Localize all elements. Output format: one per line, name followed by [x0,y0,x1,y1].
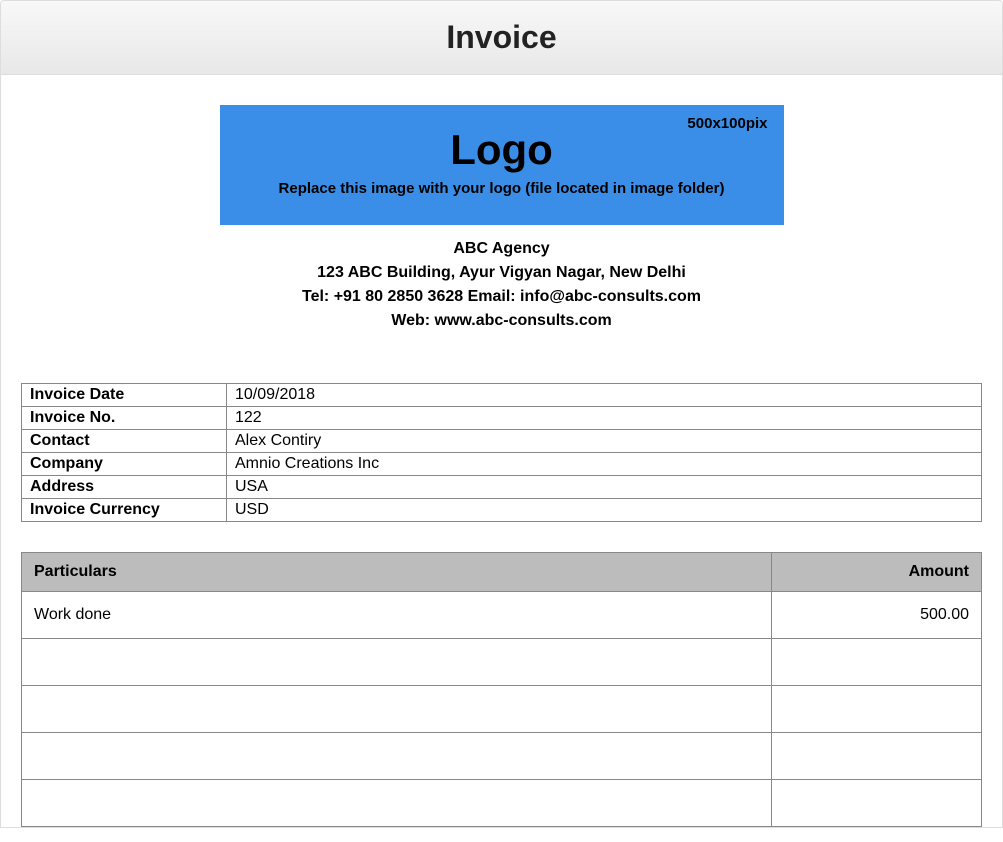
detail-value: Alex Contiry [227,430,982,453]
item-amount [772,733,982,780]
logo-dimension-label: 500x100pix [687,115,767,132]
item-row [22,733,982,780]
detail-row-contact: Contact Alex Contiry [22,430,982,453]
logo-placeholder: 500x100pix Logo Replace this image with … [220,105,784,225]
detail-label: Contact [22,430,227,453]
detail-label: Address [22,476,227,499]
item-particulars [22,686,772,733]
logo-main-text: Logo [450,126,553,174]
detail-label: Invoice Date [22,384,227,407]
detail-value: 10/09/2018 [227,384,982,407]
item-particulars [22,733,772,780]
detail-row-currency: Invoice Currency USD [22,499,982,522]
detail-label: Company [22,453,227,476]
item-row [22,639,982,686]
invoice-items-table: Particulars Amount Work done 500.00 [21,552,982,827]
agency-info: ABC Agency 123 ABC Building, Ayur Vigyan… [21,237,982,333]
item-amount: 500.00 [772,592,982,639]
title-bar: Invoice [1,1,1002,75]
detail-row-address: Address USA [22,476,982,499]
detail-row-company: Company Amnio Creations Inc [22,453,982,476]
detail-row-invoice-date: Invoice Date 10/09/2018 [22,384,982,407]
detail-value: USA [227,476,982,499]
item-particulars [22,780,772,827]
logo-sub-text: Replace this image with your logo (file … [279,180,725,197]
header-particulars: Particulars [22,553,772,592]
item-particulars: Work done [22,592,772,639]
agency-contact: Tel: +91 80 2850 3628 Email: info@abc-co… [21,285,982,309]
item-row: Work done 500.00 [22,592,982,639]
detail-label: Invoice Currency [22,499,227,522]
item-row [22,780,982,827]
header-amount: Amount [772,553,982,592]
content-area: 500x100pix Logo Replace this image with … [1,75,1002,827]
detail-value: USD [227,499,982,522]
item-row [22,686,982,733]
invoice-details-table: Invoice Date 10/09/2018 Invoice No. 122 … [21,383,982,522]
item-particulars [22,639,772,686]
agency-name: ABC Agency [21,237,982,261]
detail-row-invoice-no: Invoice No. 122 [22,407,982,430]
agency-address: 123 ABC Building, Ayur Vigyan Nagar, New… [21,261,982,285]
detail-value: Amnio Creations Inc [227,453,982,476]
agency-web: Web: www.abc-consults.com [21,309,982,333]
invoice-container: Invoice 500x100pix Logo Replace this ima… [0,0,1003,828]
detail-label: Invoice No. [22,407,227,430]
detail-value: 122 [227,407,982,430]
page-title: Invoice [1,19,1002,56]
item-amount [772,639,982,686]
items-header-row: Particulars Amount [22,553,982,592]
item-amount [772,686,982,733]
item-amount [772,780,982,827]
